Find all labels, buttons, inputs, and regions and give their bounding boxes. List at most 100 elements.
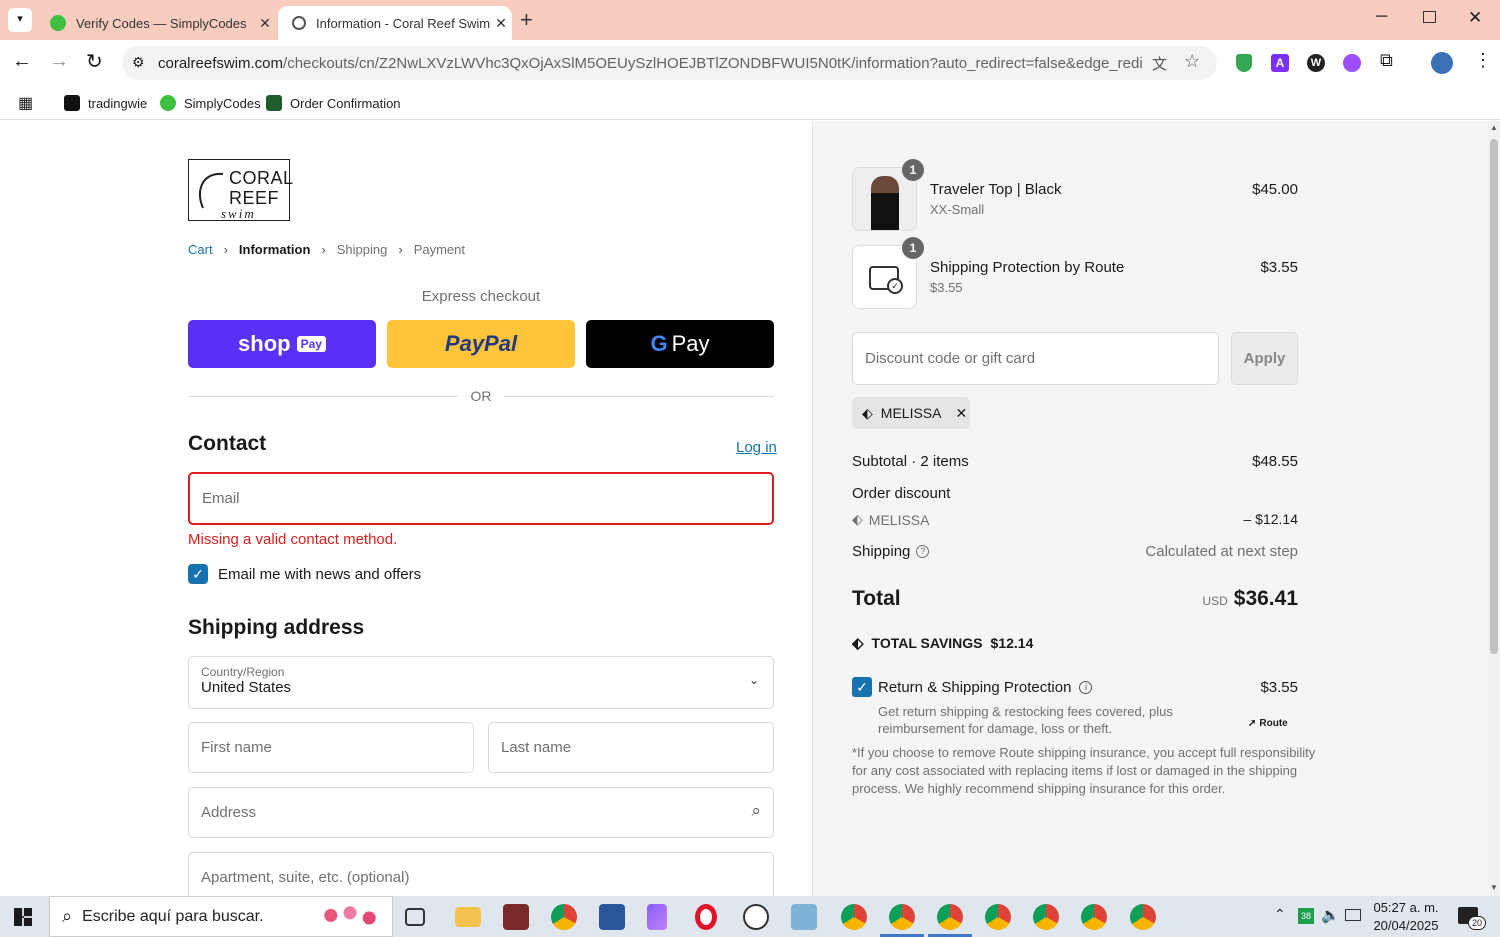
menu-kebab-icon[interactable]: ⋮ (1474, 50, 1492, 71)
chrome-profile-icon[interactable] (889, 904, 915, 930)
app-icon[interactable] (791, 904, 817, 930)
chrome-profile-icon[interactable] (841, 904, 867, 930)
word-icon[interactable] (599, 904, 625, 930)
volume-icon[interactable]: 🔈 (1321, 906, 1340, 924)
chrome-profile-icon[interactable] (1130, 904, 1156, 930)
extensions-puzzle-icon[interactable]: ⧉ (1380, 50, 1393, 71)
shipping-value: Calculated at next step (1145, 543, 1298, 560)
chrome-icon[interactable] (551, 904, 577, 930)
or-label: OR (470, 388, 492, 404)
subtotal-label: Subtotal · 2 items (852, 453, 969, 470)
close-icon[interactable]: ✕ (254, 15, 276, 32)
discount-code-text: MELISSA (868, 511, 930, 528)
total-value: $36.41 (1233, 587, 1298, 610)
page-scrollbar[interactable]: ▲ ▼ (1488, 121, 1500, 896)
paypal-button[interactable]: PayPal (387, 320, 575, 368)
close-icon[interactable]: ✕ (490, 15, 512, 32)
forward-button[interactable]: → (49, 50, 69, 73)
translate-icon[interactable]: 文 (1152, 53, 1167, 74)
network-icon[interactable] (1345, 909, 1361, 921)
new-tab-button[interactable]: + (520, 7, 533, 33)
country-select[interactable]: Country/Region United States ⌄ (188, 656, 774, 709)
bookmark-label: SimplyCodes (184, 95, 261, 111)
bookmark-simplycodes[interactable]: SimplyCodes (160, 93, 261, 113)
tray-badge[interactable]: 38 (1298, 908, 1314, 924)
news-opt-in-label[interactable]: Email me with news and offers (218, 566, 421, 583)
route-note-line1: *If you choose to remove Route shipping … (852, 745, 1316, 760)
chrome-profile-icon[interactable] (937, 904, 963, 930)
site-info-icon[interactable]: ⚙ (132, 54, 145, 71)
apartment-input[interactable]: Apartment, suite, etc. (optional) (188, 852, 774, 896)
scrollbar-thumb[interactable] (1490, 139, 1498, 654)
address-input[interactable]: Address ⌕ (188, 787, 774, 838)
apps-grid-icon[interactable]: ▦ (18, 93, 33, 113)
clock-time[interactable]: 05:27 a. m. (1366, 900, 1446, 915)
bookmark-order-confirmation[interactable]: Order Confirmation (266, 93, 401, 113)
simplycodes-favicon-icon (50, 15, 66, 31)
taskbar-search-box[interactable]: ⌕ Escribe aquí para buscar. (49, 896, 393, 937)
close-window-button[interactable]: ✕ (1468, 8, 1482, 28)
route-brand: Route (1259, 718, 1288, 729)
model-image-icon (871, 176, 899, 230)
discount-code-input[interactable]: Discount code or gift card (852, 332, 1219, 385)
route-protection-checkbox[interactable]: ✓ (852, 677, 872, 697)
tab-simplycodes[interactable]: Verify Codes — SimplyCodes ✕ (36, 6, 276, 40)
tab-coral-reef[interactable]: Information - Coral Reef Swim ✕ (278, 6, 512, 40)
profile-avatar[interactable] (1431, 52, 1453, 74)
w-extension-icon[interactable]: W (1307, 54, 1325, 72)
bookmark-tradingwie[interactable]: tradingwie (64, 93, 147, 113)
bookmark-star-icon[interactable]: ☆ (1184, 51, 1200, 72)
address-bar[interactable]: ⚙ coralreefswim.com/checkouts/cn/Z2NwLXV… (122, 46, 1217, 80)
info-circle-icon[interactable]: i (1079, 681, 1093, 694)
first-name-input[interactable]: First name (188, 722, 474, 773)
help-circle-icon[interactable]: ? (916, 545, 930, 558)
last-name-input[interactable]: Last name (488, 722, 774, 773)
item-variant: XX-Small (930, 202, 985, 217)
shield-extension-icon[interactable] (1236, 54, 1252, 72)
purple-extension-icon[interactable] (1343, 54, 1361, 72)
back-button[interactable]: ← (12, 50, 32, 73)
chrome-profile-icon[interactable] (1033, 904, 1059, 930)
divider (188, 396, 458, 397)
task-view-icon[interactable] (405, 908, 425, 926)
url-text: coralreefswim.com/checkouts/cn/Z2NwLXVzL… (158, 55, 1143, 72)
restore-button[interactable] (1423, 11, 1436, 23)
chrome-profile-icon[interactable] (1081, 904, 1107, 930)
opera-icon[interactable] (695, 904, 717, 930)
email-input[interactable]: Email (188, 472, 774, 525)
discount-placeholder: Discount code or gift card (865, 350, 1036, 367)
minimize-button[interactable]: ─ (1376, 8, 1387, 26)
logo-text-swim: swim (221, 206, 256, 221)
chrome-profile-icon[interactable] (985, 904, 1011, 930)
scroll-down-arrow-icon[interactable]: ▼ (1490, 883, 1498, 892)
savings-value: $12.14 (990, 635, 1034, 651)
winrar-icon[interactable] (503, 904, 529, 930)
url-host: coralreefswim.com (158, 55, 284, 72)
chevron-right-icon: › (223, 242, 228, 257)
coral-reef-logo[interactable]: CORAL REEF swim (188, 159, 293, 221)
windows-start-icon[interactable] (14, 908, 32, 926)
checkout-main: CORAL REEF swim Cart › Information › Shi… (0, 121, 812, 896)
news-opt-in-checkbox[interactable]: ✓ (188, 564, 208, 584)
breadcrumb-cart[interactable]: Cart (188, 242, 213, 257)
google-pay-button[interactable]: G Pay (586, 320, 774, 368)
order-summary: 1 Traveler Top | Black XX-Small $45.00 ✓… (812, 121, 1488, 896)
breadcrumb-shipping: Shipping (336, 242, 388, 257)
log-in-link[interactable]: Log in (736, 439, 777, 456)
reload-button[interactable]: ↻ (86, 49, 103, 74)
tray-chevron-up-icon[interactable]: ⌃ (1274, 906, 1286, 923)
tab-search-button[interactable]: ▾ (8, 8, 32, 32)
apply-button[interactable]: Apply (1231, 332, 1298, 385)
clock-date[interactable]: 20/04/2025 (1366, 918, 1446, 933)
route-label-text[interactable]: Return & Shipping Protection (878, 679, 1071, 696)
clock-app-icon[interactable] (743, 904, 769, 930)
chevron-down-icon: ⌄ (748, 673, 759, 687)
a-extension-icon[interactable]: A (1271, 54, 1289, 72)
scroll-up-arrow-icon[interactable]: ▲ (1490, 123, 1498, 132)
remove-code-icon[interactable]: ✕ (955, 405, 967, 422)
pen-app-icon[interactable] (647, 904, 667, 930)
shop-pay-button[interactable]: shop Pay (188, 320, 376, 368)
route-description-line2: reimbursement for damage, loss or theft. (878, 721, 1113, 736)
file-explorer-icon[interactable] (455, 907, 481, 927)
applied-code-text: MELISSA (880, 405, 942, 421)
